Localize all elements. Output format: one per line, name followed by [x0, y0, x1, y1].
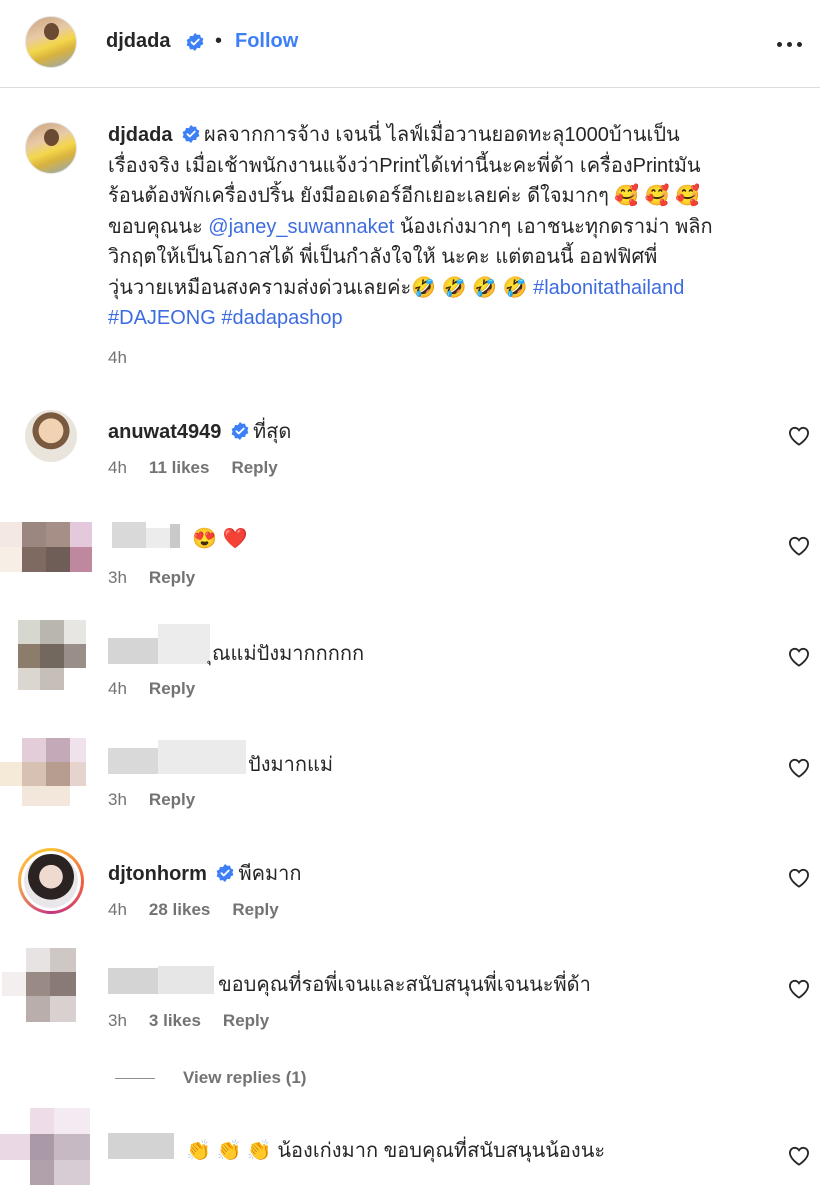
heart-outline-icon[interactable]	[788, 647, 810, 667]
caption-username[interactable]: djdada	[108, 124, 172, 146]
comment-likes[interactable]: 3 likes	[149, 1011, 201, 1031]
comment-time: 3h	[108, 790, 127, 809]
reply-button[interactable]: Reply	[232, 900, 278, 920]
caption-line: เรื่องจริง เมื่อเช้าพนักงานแจ้งว่าPrintไ…	[108, 154, 701, 177]
caption-text: น้องเก่งมากๆ เอาชนะทุกดราม่า พลิก	[394, 215, 713, 238]
heart-outline-icon[interactable]	[788, 536, 810, 556]
comment-time: 4h	[108, 458, 127, 477]
hashtag-link[interactable]: #labonitathailand	[533, 277, 684, 299]
comment-text: 😍 ❤️	[192, 528, 248, 550]
heart-outline-icon[interactable]	[788, 426, 810, 446]
comment-body: anuwat4949 ที่สุด	[108, 415, 291, 447]
comment-text: ุณแม่ปังมากกกกก	[212, 643, 365, 665]
hashtag-link[interactable]: #DAJEONG	[108, 307, 216, 329]
separator-dot: •	[215, 30, 223, 52]
hashtag-link[interactable]: #dadapashop	[221, 307, 342, 329]
heart-outline-icon[interactable]	[788, 1146, 810, 1166]
reply-button[interactable]: Reply	[231, 458, 277, 478]
divider-line	[115, 1077, 155, 1079]
verified-badge-icon	[217, 864, 234, 882]
story-ring[interactable]	[18, 848, 84, 914]
heart-outline-icon[interactable]	[788, 758, 810, 778]
comment-time: 3h	[108, 568, 127, 587]
author-username[interactable]: djdada	[106, 30, 170, 53]
caption-line: วิกฤตให้เป็นโอกาสได้ พี่เป็นกำลังใจให้ น…	[108, 246, 658, 268]
heart-outline-icon[interactable]	[788, 868, 810, 888]
comment-text: ที่สุด	[252, 421, 292, 443]
comment-likes[interactable]: 28 likes	[149, 900, 210, 920]
author-avatar[interactable]	[25, 16, 77, 68]
comment-username[interactable]: djtonhorm	[108, 863, 207, 885]
commenter-avatar[interactable]	[25, 410, 77, 462]
caption-line: ร้อนต้องพักเครื่องปริ้น ยังมีออเดอร์อีกเ…	[108, 185, 701, 207]
caption-avatar[interactable]	[25, 122, 77, 174]
post-timestamp: 4h	[108, 348, 127, 367]
comment-time: 4h	[108, 900, 127, 919]
post-caption: djdada ผลจากการจ้าง เจนนี่ ไลฟ์เมื่อวานย…	[108, 120, 788, 334]
comment-time: 3h	[108, 1011, 127, 1030]
follow-button[interactable]: Follow	[235, 30, 298, 53]
comment-meta: 3h Reply	[108, 568, 195, 588]
comment-meta: 4h 11 likes Reply	[108, 458, 278, 478]
comment-text: ขอบคุณที่รอพี่เจนและสนับสนุนพี่เจนนะพี่ด…	[218, 974, 591, 996]
view-replies-label: View replies (1)	[183, 1068, 307, 1087]
comment-meta: 3h Reply	[108, 790, 195, 810]
comment-body: djtonhorm พีคมาก	[108, 857, 302, 889]
verified-badge-icon	[231, 422, 249, 440]
reply-button[interactable]: Reply	[223, 1011, 269, 1031]
caption-text: ขอบคุณนะ	[108, 215, 209, 238]
comment-time: 4h	[108, 679, 127, 698]
post-header: djdada • Follow	[0, 0, 820, 88]
verified-badge-icon	[186, 33, 204, 51]
verified-badge-icon	[182, 125, 200, 143]
caption-line: ผลจากการจ้าง เจนนี่ ไลฟ์เมื่อวานยอดทะลุ1…	[204, 124, 680, 146]
mention-link[interactable]: @janey_suwannaket	[208, 216, 394, 238]
comment-text: พีคมาก	[238, 863, 302, 885]
reply-button[interactable]: Reply	[149, 790, 195, 810]
commenter-avatar	[24, 854, 78, 908]
comment-text: ปังมากแม่	[248, 754, 334, 776]
comment-username[interactable]: anuwat4949	[108, 421, 221, 443]
comment-likes[interactable]: 11 likes	[149, 458, 210, 478]
reply-button[interactable]: Reply	[149, 679, 195, 699]
heart-outline-icon[interactable]	[788, 979, 810, 999]
comment-meta: 4h Reply	[108, 679, 195, 699]
caption-text: วุ่นวายเหมือนสงครามส่งด่วนเลยค่ะ🤣 🤣 🤣 🤣	[108, 276, 534, 299]
view-replies-button[interactable]: View replies (1)	[115, 1068, 306, 1088]
comment-text: 👏 👏 👏 น้องเก่งมาก ขอบคุณที่สนับสนุนน้องน…	[186, 1140, 606, 1162]
more-options-icon[interactable]	[777, 42, 802, 47]
comment-meta: 3h 3 likes Reply	[108, 1011, 269, 1031]
reply-button[interactable]: Reply	[149, 568, 195, 588]
comment-meta: 4h 28 likes Reply	[108, 900, 279, 920]
